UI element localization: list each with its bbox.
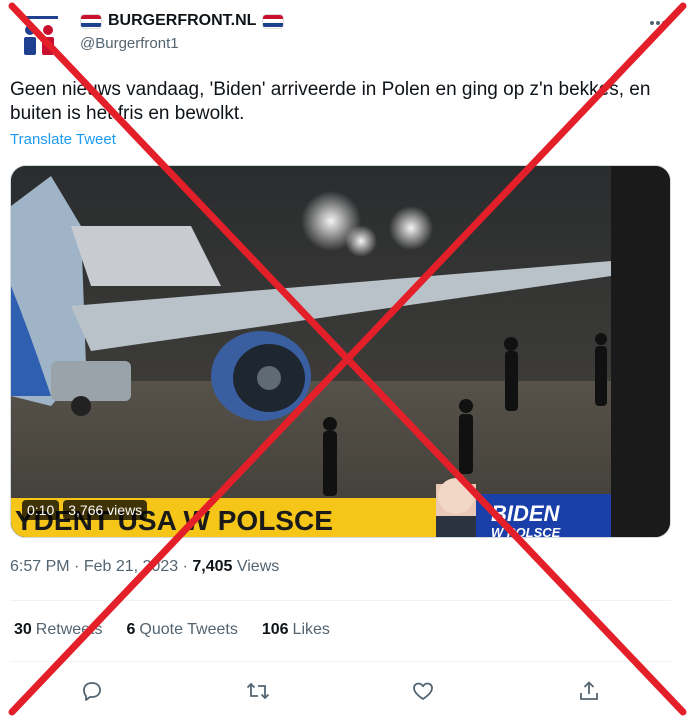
likes-stat[interactable]: 106 Likes — [262, 621, 330, 639]
meta-separator: · — [74, 558, 80, 575]
view-label: Views — [236, 558, 280, 575]
biden-logo-line2: W POLSCE — [491, 525, 561, 538]
tweet-stats: 30 Retweets 6 Quote Tweets 106 Likes — [14, 621, 330, 639]
reply-button[interactable] — [77, 676, 107, 706]
share-icon — [580, 681, 598, 700]
translate-tweet-link[interactable]: Translate Tweet — [10, 131, 116, 148]
video-player[interactable]: YDENT USA W POLSCE BIDEN W POLSCE — [10, 165, 671, 538]
retweets-stat[interactable]: 30 Retweets — [14, 621, 103, 639]
quote-tweets-label: Quote Tweets — [139, 621, 238, 638]
video-duration-badge: 0:10 — [22, 500, 60, 520]
reply-icon — [83, 682, 101, 701]
retweets-count: 30 — [14, 621, 32, 638]
quote-tweets-stat[interactable]: 6 Quote Tweets — [127, 621, 238, 639]
retweet-button[interactable] — [243, 676, 273, 706]
biden-logo-line1: BIDEN — [491, 501, 561, 526]
view-count: 7,405 — [192, 558, 233, 575]
share-button[interactable] — [574, 676, 604, 706]
meta-separator: · — [182, 558, 188, 575]
tweet-time[interactable]: 6:57 PM — [10, 558, 70, 575]
more-options-button[interactable] — [647, 12, 669, 34]
video-badges: 0:10 3,766 views — [22, 500, 148, 520]
tweet-text: Geen nieuws vandaag, 'Biden' arriveerde … — [10, 79, 651, 124]
retweet-icon — [246, 682, 270, 700]
like-button[interactable] — [408, 676, 438, 706]
avatar-logo-icon — [12, 10, 66, 64]
likes-count: 106 — [261, 621, 289, 638]
video-views-badge: 3,766 views — [63, 500, 148, 520]
more-horizontal-icon — [650, 21, 666, 25]
divider — [10, 600, 671, 601]
netherlands-flag-icon — [262, 13, 285, 29]
username[interactable]: @Burgerfront1 — [80, 35, 284, 52]
like-icon — [413, 682, 433, 700]
action-bar — [0, 676, 693, 706]
author-block[interactable]: BURGERFRONT.NL @Burgerfront1 — [80, 10, 285, 52]
display-name[interactable]: BURGERFRONT.NL — [80, 10, 285, 32]
likes-label: Likes — [292, 621, 330, 638]
netherlands-flag-icon — [80, 13, 102, 29]
divider — [10, 661, 671, 662]
tweet-date[interactable]: Feb 21, 2023 — [84, 558, 178, 575]
display-name-text: BURGERFRONT.NL — [108, 12, 257, 29]
avatar[interactable] — [12, 10, 66, 64]
retweets-label: Retweets — [35, 621, 103, 638]
tweet-card: BURGERFRONT.NL @Burgerfront1 Geen nieuws… — [0, 0, 693, 718]
video-frame: YDENT USA W POLSCE BIDEN W POLSCE — [11, 166, 670, 538]
quote-tweets-count: 6 — [126, 621, 136, 638]
tweet-meta: 6:57 PM · Feb 21, 2023 · 7,405 Views — [10, 558, 279, 576]
